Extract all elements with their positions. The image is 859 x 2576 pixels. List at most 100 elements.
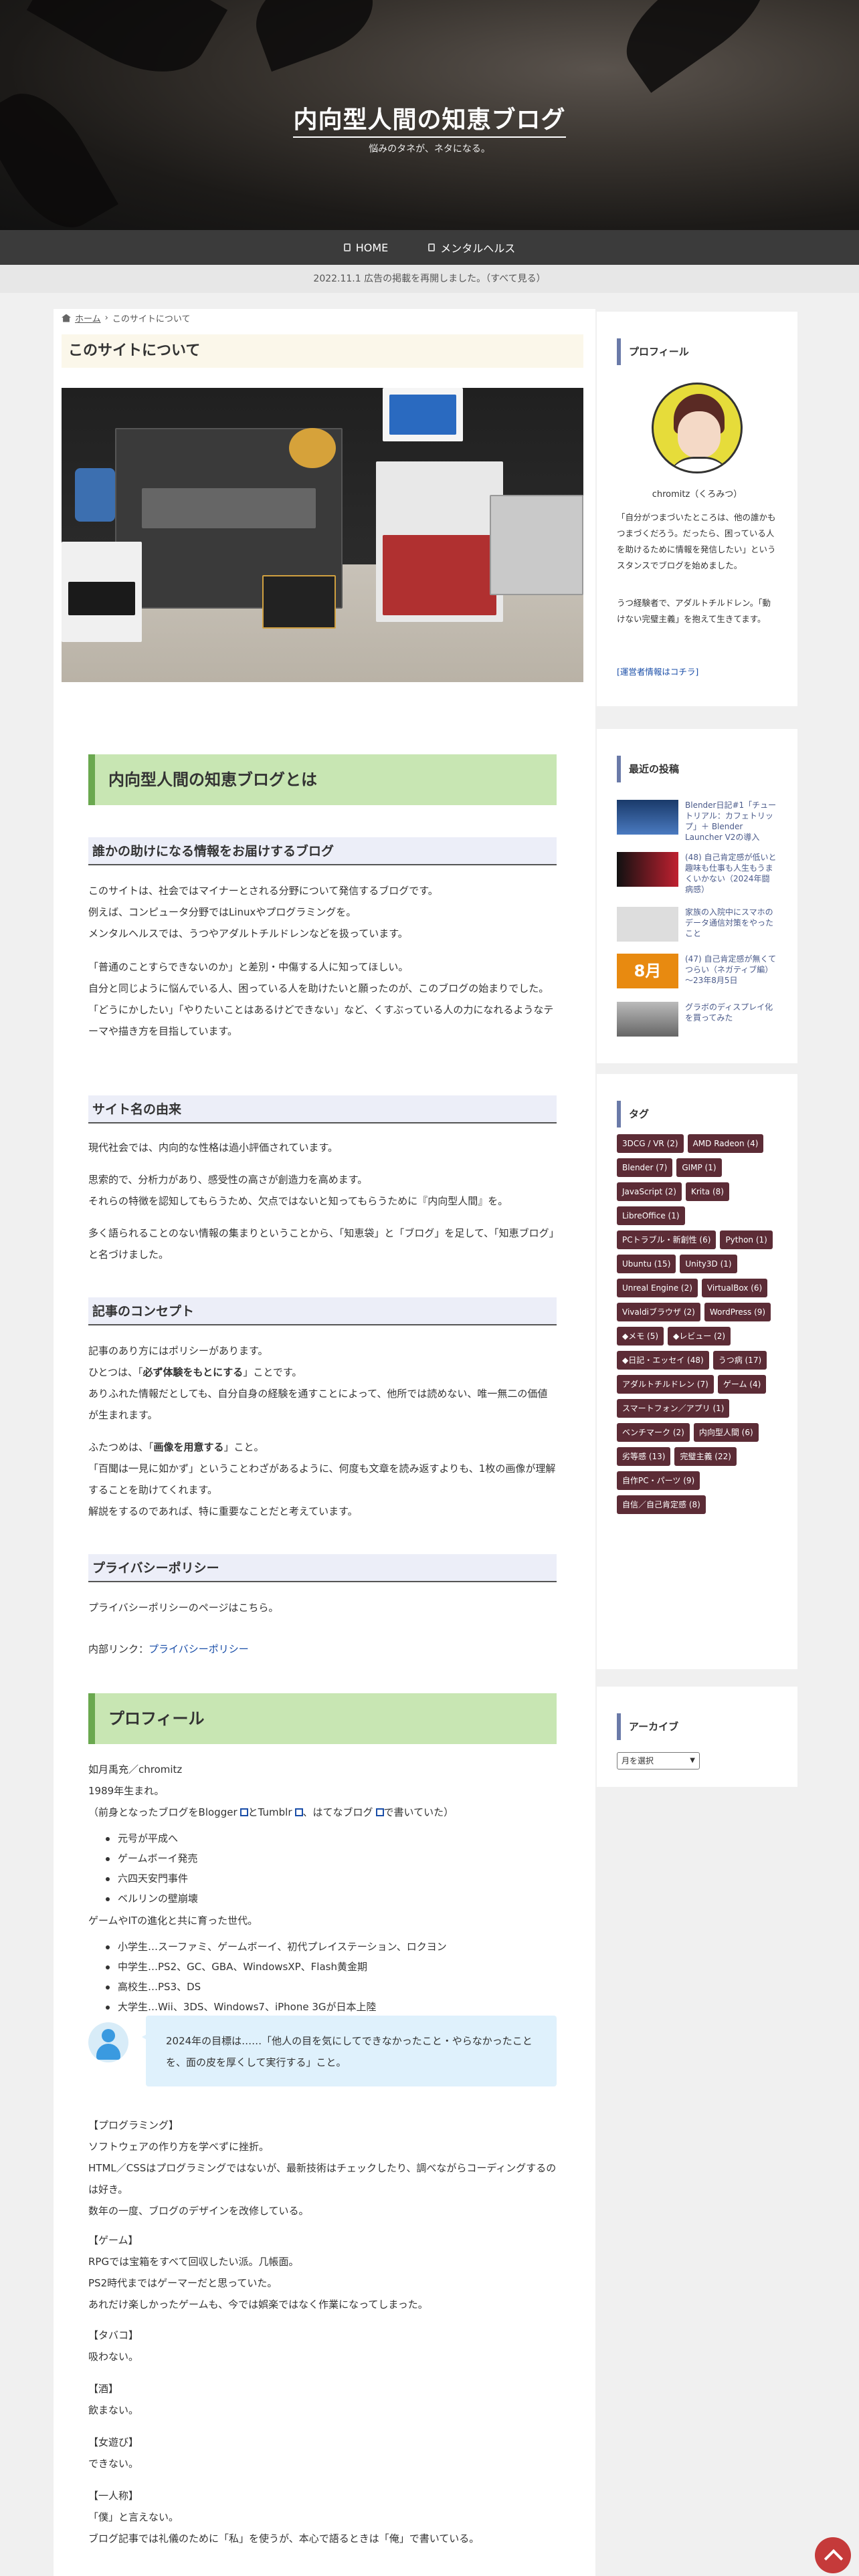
tag-link[interactable]: 内向型人間 (6): [693, 1423, 759, 1442]
paragraph: 【酒】 飲まない。: [88, 2378, 557, 2421]
motherboard-box-label: [142, 488, 316, 528]
leaf-shadow: [609, 0, 783, 93]
text-line: 【ゲーム】: [88, 2234, 138, 2246]
tag-link[interactable]: PCトラブル・新創性 (6): [617, 1230, 717, 1249]
post-title: (48) 自己肯定感が低いと趣味も仕事も人生もうまくいかない（2024年闘病感）: [685, 853, 777, 894]
external-link-icon[interactable]: [294, 1808, 303, 1816]
tag-link[interactable]: ◆メモ (5): [617, 1327, 664, 1346]
post-title: 家族の入院中にスマホのデータ通信対策をやったこと: [685, 907, 774, 938]
text-line: 「普通のことすらできないのか」と差別・中傷する人に知ってほしい。: [88, 961, 409, 973]
tag-link[interactable]: ◆日記・エッセイ (48): [617, 1351, 709, 1370]
sidebar-tags-widget: タグ 3DCG / VR (2) AMD Radeon (4) Blender (7…: [597, 1074, 797, 1669]
tag-cloud: 3DCG / VR (2) AMD Radeon (4) Blender (7) GI…: [617, 1134, 784, 1514]
paragraph: このサイトは、社会ではマイナーとされる分野について発信するブログです。 例えば、…: [88, 880, 557, 944]
tag-link[interactable]: AMD Radeon (4): [687, 1134, 764, 1153]
external-link-icon[interactable]: [375, 1808, 384, 1816]
text-line: 【タバコ】: [88, 2329, 139, 2341]
tag-link[interactable]: Krita (8): [685, 1182, 729, 1201]
tag-link[interactable]: Unity3D (1): [680, 1255, 737, 1273]
tag-link[interactable]: アダルトチルドレン (7): [617, 1375, 714, 1394]
list-item: 中学生…PS2、GC、GBA、WindowsXP、Flash黄金期: [106, 1957, 557, 1977]
external-link-icon[interactable]: [240, 1808, 248, 1816]
text-line: 思索的で、分析力があり、感受性の高さが創造力を高めます。: [88, 1174, 368, 1186]
tag-link[interactable]: 3DCG / VR (2): [617, 1134, 684, 1153]
text-line: ありふれた情報だとしても、自分自身の経験を通すことによって、他所では読めない、唯…: [88, 1388, 548, 1421]
tag-link[interactable]: ベンチマーク (2): [617, 1423, 690, 1442]
privacy-policy-link[interactable]: プライバシーポリシー: [149, 1643, 249, 1655]
tag-link[interactable]: 自作PC・パーツ (9): [617, 1471, 700, 1490]
archive-select[interactable]: 月を選択 ▼: [617, 1752, 700, 1769]
list-item: 元号が平成へ: [106, 1828, 557, 1848]
archive-select-value: 月を選択: [622, 1756, 654, 1765]
text-line: ひとつは、「必ず体験をもとにする」ことです。: [88, 1366, 302, 1378]
breadcrumb-home[interactable]: ホーム: [75, 312, 101, 324]
text-line: 「僕」と言えない。: [88, 2511, 179, 2523]
site-tagline: 悩みのタネが、ネタになる。: [369, 144, 490, 154]
post-title: Blender日記#1「チュートリアル：カフェトリップ」＋ Blender La…: [685, 800, 777, 842]
tag-link[interactable]: Ubuntu (15): [617, 1255, 676, 1273]
author-bio: うつ経験者で、アダルトチルドレン。「動けない完璧主義」を抱えて生きてます。: [617, 598, 771, 624]
sub-heading: サイト名の由来: [88, 1095, 557, 1123]
tag-link[interactable]: うつ病 (17): [712, 1351, 767, 1370]
text-line: 「百聞は一見に如かず」ということわざがあるように、何度も文章を読み返すよりも、1…: [88, 1463, 556, 1496]
tag-link[interactable]: 自信／自己肯定感 (8): [617, 1495, 706, 1514]
tag-link[interactable]: ◆レビュー (2): [668, 1327, 731, 1346]
tag-link[interactable]: LibreOffice (1): [617, 1206, 685, 1225]
tag-link[interactable]: GIMP (1): [676, 1158, 722, 1177]
paragraph: プライバシーポリシーのページはこちら。: [88, 1602, 279, 1614]
history-list: 元号が平成へ ゲームボーイ発売 六四天安門事件 ベルリンの壁崩壊: [106, 1828, 557, 1909]
text-line: （前身となったブログをBlogger とTumblr 、はてなブログ で書いていた）: [88, 1806, 454, 1818]
tag-link[interactable]: Python (1): [720, 1230, 773, 1249]
tag-link[interactable]: Vivaldiブラウザ (2): [617, 1303, 700, 1321]
paragraph: 【プログラミング】 ソフトウェアの作り方を学べずに挫折。 HTML／CSSはプロ…: [88, 2115, 557, 2222]
nav-item-home[interactable]: HOME: [343, 241, 388, 254]
paragraph: 内部リンク：プライバシーポリシー: [88, 1643, 249, 1655]
tag-link[interactable]: Blender (7): [617, 1158, 673, 1177]
list-item: 高校生…PS3、DS: [106, 1977, 557, 1997]
text-line: ふたつめは、「画像を用意する」こと。: [88, 1441, 264, 1453]
recent-post-item[interactable]: 8月 (47) 自己肯定感が無くてつらい（ネガティブ編）～23年8月5日: [617, 954, 777, 994]
nav-item-mental-health[interactable]: メンタルヘルス: [428, 239, 515, 255]
post-title: (47) 自己肯定感が無くてつらい（ネガティブ編）～23年8月5日: [685, 954, 777, 985]
text-line: 飲まない。: [88, 2404, 139, 2416]
text-line: 「どうにかしたい」「やりたいことはあるけどできない」など、くすぶっている人の力に…: [88, 1004, 554, 1037]
tag-link[interactable]: スマートフォン／アプリ (1): [617, 1399, 730, 1418]
sub-heading: 誰かの助けになる情報をお届けするブログ: [88, 837, 557, 865]
tag-link[interactable]: 完璧主義 (22): [674, 1447, 737, 1466]
list-item: 小学生…スーファミ、ゲームボーイ、初代プレイステーション、ロクヨン: [106, 1937, 557, 1957]
chevron-down-icon: ▼: [690, 1757, 695, 1764]
notice-text[interactable]: 2022.11.1 広告の掲載を再開しました。（すべて見る）: [313, 274, 545, 284]
post-thumbnail: [617, 907, 678, 942]
breadcrumb-current: このサイトについて: [112, 314, 191, 324]
operator-info-link[interactable]: [運営者情報はコチラ]: [617, 665, 698, 677]
text-line: それらの特徴を認知してもらうため、欠点ではないと知ってもらうために『内向型人間』…: [88, 1195, 508, 1207]
profile-intro: 如月禹充／chromitz 1989年生まれ。 （前身となったブログをBlogg…: [88, 1759, 557, 1823]
scroll-to-top-button[interactable]: [815, 2537, 851, 2573]
author-bio: 「自分がつまづいたところは、他の誰かもつまづくだろう。だったら、困っている人を助…: [617, 512, 776, 570]
text-line: 【プログラミング】: [88, 2119, 179, 2131]
cooler-box-label: [383, 535, 496, 615]
avatar-shirt: [667, 457, 731, 471]
text-line: 1989年生まれ。: [88, 1785, 165, 1797]
tag-link[interactable]: ゲーム (4): [717, 1375, 767, 1394]
recent-post-item[interactable]: 家族の入院中にスマホのデータ通信対策をやったこと: [617, 907, 777, 947]
avatar: [652, 383, 743, 473]
text-line: メンタルヘルスでは、うつやアダルトチルドレンなどを扱っています。: [88, 928, 408, 940]
tag-link[interactable]: 劣等感 (13): [617, 1447, 671, 1466]
recent-post-item[interactable]: Blender日記#1「チュートリアル：カフェトリップ」＋ Blender La…: [617, 800, 777, 842]
tag-link[interactable]: JavaScript (2): [617, 1182, 682, 1201]
recent-post-item[interactable]: グラボのディスプレイ化を買ってみた: [617, 1002, 777, 1042]
nav-label: メンタルヘルス: [440, 242, 516, 255]
text-line: このサイトは、社会ではマイナーとされる分野について発信するブログです。: [88, 885, 438, 897]
text-line: 如月禹充／chromitz: [88, 1763, 183, 1776]
text-line: 【酒】: [88, 2383, 119, 2395]
recent-post-item[interactable]: (48) 自己肯定感が低いと趣味も仕事も人生もうまくいかない（2024年闘病感）: [617, 852, 777, 894]
tag-link[interactable]: VirtualBox (6): [701, 1279, 768, 1297]
text-line: 数年の一度、ブログのデザインを改修している。: [88, 2205, 309, 2217]
site-title[interactable]: 内向型人間の知恵ブログ: [0, 100, 859, 138]
tag-link[interactable]: Unreal Engine (2): [617, 1279, 698, 1297]
speech-balloon: 2024年の目標は……「他人の目を気にしてできなかったこと・やらなかったことを、…: [88, 2016, 557, 2089]
section-heading: 内向型人間の知恵ブログとは: [88, 754, 557, 805]
notice-bar[interactable]: 2022.11.1 広告の掲載を再開しました。（すべて見る）: [0, 265, 859, 293]
tag-link[interactable]: WordPress (9): [704, 1303, 771, 1321]
